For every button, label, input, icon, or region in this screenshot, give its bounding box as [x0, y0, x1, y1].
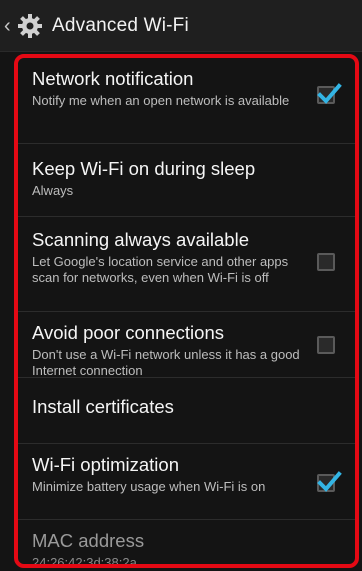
pref-scanning-always-available[interactable]: Scanning always available Let Google's l…	[18, 217, 355, 312]
pref-mac-address: MAC address 24:26:42:3d:38:2a	[18, 520, 355, 568]
pref-network-notification[interactable]: Network notification Notify me when an o…	[18, 58, 355, 144]
pref-avoid-poor-connections[interactable]: Avoid poor connections Don't use a Wi-Fi…	[18, 312, 355, 378]
avoid-poor-connections-checkbox[interactable]	[317, 336, 335, 354]
pref-title: Wi-Fi optimization	[32, 454, 179, 475]
pref-wifi-optimization[interactable]: Wi-Fi optimization Minimize battery usag…	[18, 444, 355, 520]
scanning-always-available-checkbox[interactable]	[317, 253, 335, 271]
checkmark-icon	[317, 83, 342, 104]
pref-summary: Always	[32, 183, 74, 198]
pref-keep-wifi-on-during-sleep[interactable]: Keep Wi-Fi on during sleep Always	[18, 144, 355, 217]
pref-title: Install certificates	[32, 396, 174, 417]
wifi-optimization-checkbox[interactable]	[317, 471, 342, 492]
page-title: Advanced Wi-Fi	[52, 14, 189, 36]
screen: ‹ Advanced Wi-Fi Network notification No…	[0, 0, 362, 571]
checkmark-icon	[317, 471, 342, 492]
pref-title: Scanning always available	[32, 229, 249, 250]
pref-title: Keep Wi-Fi on during sleep	[32, 158, 256, 179]
pref-summary: Let Google's location service and other …	[32, 254, 289, 285]
settings-gear-icon[interactable]	[16, 12, 44, 40]
network-notification-checkbox[interactable]	[317, 83, 342, 104]
pref-summary: Minimize battery usage when Wi-Fi is on	[32, 479, 266, 494]
pref-summary: Notify me when an open network is availa…	[32, 93, 290, 108]
mac-address-value: 24:26:42:3d:38:2a	[32, 555, 137, 568]
pref-title: MAC address	[32, 530, 145, 551]
pref-install-certificates[interactable]: Install certificates	[18, 378, 355, 444]
preferences-list: Network notification Notify me when an o…	[14, 54, 359, 568]
pref-summary: Don't use a Wi-Fi network unless it has …	[32, 347, 300, 378]
pref-title: Avoid poor connections	[32, 322, 224, 343]
action-bar: ‹ Advanced Wi-Fi	[0, 0, 362, 52]
pref-title: Network notification	[32, 68, 194, 89]
up-navigation-icon[interactable]: ‹	[4, 16, 14, 36]
